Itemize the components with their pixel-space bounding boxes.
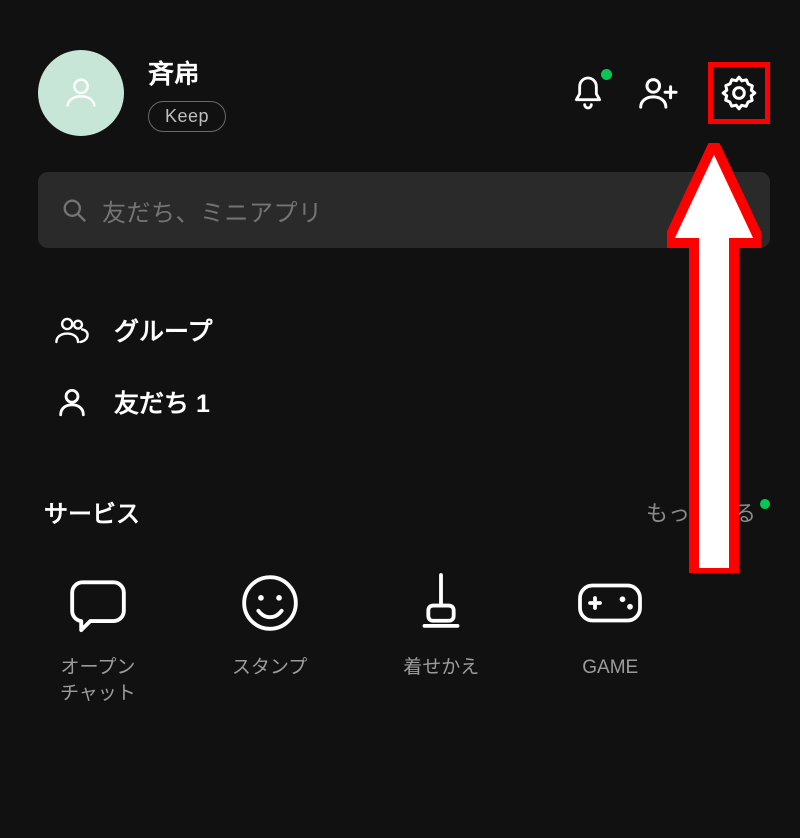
person-icon	[61, 73, 101, 113]
gear-icon	[719, 73, 759, 113]
profile-info: 斉帍 Keep	[148, 54, 226, 132]
add-person-icon	[636, 72, 680, 114]
service-theme[interactable]: 着せかえ	[403, 569, 479, 706]
avatar[interactable]	[38, 50, 124, 136]
profile-header: 斉帍 Keep	[0, 0, 800, 166]
service-stamp[interactable]: スタンプ	[232, 569, 307, 706]
smile-icon	[239, 572, 301, 634]
search-icon	[60, 196, 88, 224]
game-icon	[575, 576, 645, 630]
services-more-label: もっと見る	[646, 496, 756, 528]
services-more-button[interactable]: もっと見る	[646, 496, 770, 528]
more-dot-icon	[760, 499, 770, 509]
brush-icon	[412, 570, 470, 636]
keep-button[interactable]: Keep	[148, 101, 226, 132]
notifications-button[interactable]	[568, 73, 608, 113]
nav-list: グループ 友だち 1	[54, 294, 770, 438]
services-section-header: サービス もっと見る	[0, 494, 800, 529]
bell-icon	[568, 73, 608, 113]
nav-item-groups[interactable]: グループ	[54, 294, 770, 366]
nav-groups-label: グループ	[114, 312, 213, 348]
group-icon	[54, 313, 90, 347]
services-title: サービス	[44, 494, 140, 529]
openchat-icon	[67, 572, 129, 634]
notification-dot-icon	[601, 69, 612, 80]
settings-button[interactable]	[708, 62, 770, 124]
username-label: 斉帍	[148, 54, 226, 91]
header-actions	[568, 62, 770, 124]
service-label: GAME	[582, 655, 638, 681]
search-bar[interactable]: 友だち、ミニアプリ	[38, 172, 770, 248]
scan-icon	[718, 196, 748, 224]
person-icon	[54, 385, 90, 419]
services-grid: オープン チャット スタンプ 着せかえ	[0, 569, 800, 706]
add-friend-button[interactable]	[636, 72, 680, 114]
search-placeholder: 友だち、ミニアプリ	[102, 193, 718, 228]
service-label: スタンプ	[232, 655, 307, 681]
service-game[interactable]: GAME	[575, 569, 645, 706]
service-openchat[interactable]: オープン チャット	[60, 569, 136, 706]
service-label: 着せかえ	[403, 655, 479, 681]
nav-friends-label: 友だち 1	[114, 384, 210, 420]
service-label: オープン チャット	[60, 655, 136, 706]
nav-item-friends[interactable]: 友だち 1	[54, 366, 770, 438]
